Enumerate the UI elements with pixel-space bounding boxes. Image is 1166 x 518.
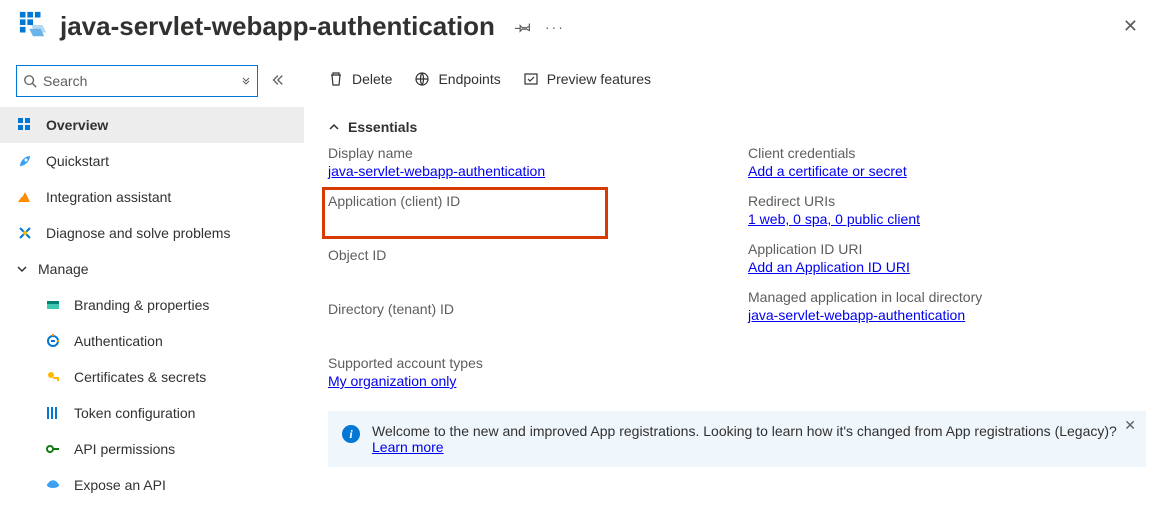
sidebar: Overview Quickstart Integration assistan…: [0, 57, 304, 518]
trash-icon: [328, 71, 344, 87]
app-id-uri-value[interactable]: Add an Application ID URI: [748, 259, 910, 275]
info-banner: i Welcome to the new and improved App re…: [328, 411, 1146, 467]
banner-text: Welcome to the new and improved App regi…: [372, 423, 1132, 455]
client-id-label: Application (client) ID: [328, 193, 748, 209]
managed-app-value[interactable]: java-servlet-webapp-authentication: [748, 307, 965, 323]
search-input[interactable]: [43, 73, 235, 89]
toolbar-label: Delete: [352, 71, 392, 87]
search-input-wrapper[interactable]: [16, 65, 258, 97]
sidebar-item-label: API permissions: [74, 441, 175, 457]
sidebar-item-integration[interactable]: Integration assistant: [0, 179, 304, 215]
redirect-label: Redirect URIs: [748, 193, 1146, 209]
info-icon: i: [342, 425, 360, 443]
integration-icon: [16, 189, 34, 205]
client-creds-value[interactable]: Add a certificate or secret: [748, 163, 907, 179]
overview-icon: [16, 117, 34, 133]
sidebar-item-expose-api[interactable]: Expose an API: [0, 467, 304, 503]
sidebar-item-label: Integration assistant: [46, 189, 171, 205]
managed-app-label: Managed application in local directory: [748, 289, 1146, 305]
search-icon: [23, 74, 37, 88]
diagnose-icon: [16, 225, 34, 241]
token-icon: [44, 405, 62, 421]
object-id-label: Object ID: [328, 247, 748, 263]
sidebar-item-label: Quickstart: [46, 153, 109, 169]
globe-icon: [414, 71, 430, 87]
sidebar-item-branding[interactable]: Branding & properties: [0, 287, 304, 323]
preview-button[interactable]: Preview features: [523, 71, 651, 87]
sidebar-item-label: Diagnose and solve problems: [46, 225, 230, 241]
essentials-heading: Essentials: [348, 119, 417, 135]
display-name-label: Display name: [328, 145, 748, 161]
chevron-up-icon: [328, 121, 340, 133]
sidebar-item-overview[interactable]: Overview: [0, 107, 304, 143]
sidebar-item-label: Token configuration: [74, 405, 195, 421]
sidebar-item-certificates[interactable]: Certificates & secrets: [0, 359, 304, 395]
sidebar-item-label: Authentication: [74, 333, 163, 349]
sidebar-section-manage[interactable]: Manage: [0, 251, 304, 287]
sidebar-item-label: Expose an API: [74, 477, 166, 493]
sidebar-item-token[interactable]: Token configuration: [0, 395, 304, 431]
sidebar-section-label: Manage: [38, 261, 89, 277]
api-permissions-icon: [44, 441, 62, 457]
search-dropdown-icon[interactable]: [241, 76, 251, 86]
endpoints-button[interactable]: Endpoints: [414, 71, 500, 87]
toolbar: Delete Endpoints Preview features: [328, 57, 1146, 97]
sidebar-item-label: Overview: [46, 117, 108, 133]
quickstart-icon: [16, 153, 34, 169]
banner-close-icon[interactable]: ✕: [1124, 417, 1136, 434]
delete-button[interactable]: Delete: [328, 71, 392, 87]
chevron-down-icon: [16, 263, 28, 275]
tenant-id-label: Directory (tenant) ID: [328, 301, 748, 317]
account-types-label: Supported account types: [328, 355, 748, 371]
certificates-icon: [44, 369, 62, 385]
pin-icon[interactable]: [515, 19, 531, 35]
display-name-value[interactable]: java-servlet-webapp-authentication: [328, 163, 545, 179]
content-pane: Delete Endpoints Preview features Essent…: [304, 57, 1166, 518]
client-creds-label: Client credentials: [748, 145, 1146, 161]
app-id-uri-label: Application ID URI: [748, 241, 1146, 257]
sidebar-item-label: Certificates & secrets: [74, 369, 206, 385]
account-types-value[interactable]: My organization only: [328, 373, 456, 389]
sidebar-item-quickstart[interactable]: Quickstart: [0, 143, 304, 179]
toolbar-label: Preview features: [547, 71, 651, 87]
learn-more-link[interactable]: Learn more: [372, 439, 444, 455]
preview-icon: [523, 71, 539, 87]
branding-icon: [44, 297, 62, 313]
authentication-icon: [44, 333, 62, 349]
sidebar-item-authentication[interactable]: Authentication: [0, 323, 304, 359]
page-title: java-servlet-webapp-authentication: [60, 11, 495, 42]
collapse-sidebar-icon[interactable]: [266, 69, 288, 94]
essentials-toggle[interactable]: Essentials: [328, 119, 1146, 135]
toolbar-label: Endpoints: [438, 71, 500, 87]
redirect-value[interactable]: 1 web, 0 spa, 0 public client: [748, 211, 920, 227]
sidebar-item-api-permissions[interactable]: API permissions: [0, 431, 304, 467]
expose-api-icon: [44, 477, 62, 493]
app-icon: [18, 10, 48, 43]
sidebar-item-label: Branding & properties: [74, 297, 209, 313]
sidebar-item-diagnose[interactable]: Diagnose and solve problems: [0, 215, 304, 251]
close-icon[interactable]: ✕: [1113, 12, 1148, 41]
more-icon[interactable]: ···: [545, 19, 565, 35]
